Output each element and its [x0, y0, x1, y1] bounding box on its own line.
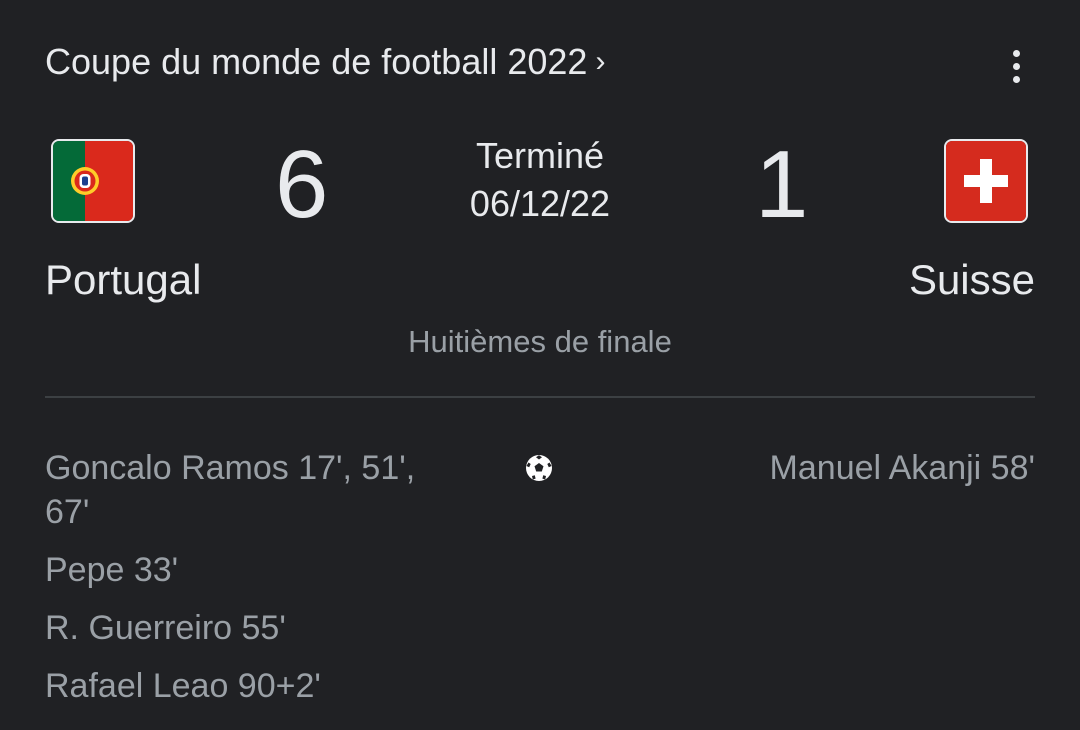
divider — [45, 396, 1035, 398]
scorer-item: Manuel Akanji 58' — [769, 449, 1035, 487]
competition-title-link[interactable]: Coupe du monde de football 2022 › — [45, 38, 605, 86]
match-status: Terminé — [475, 135, 605, 176]
away-scorers-list: Manuel Akanji 58' — [655, 446, 1035, 504]
scorer-item: Rafael Leao 90+2' — [45, 667, 321, 705]
more-vert-icon — [1012, 49, 1020, 57]
switzerland-flag-icon[interactable] — [944, 139, 1028, 223]
scorer-item: R. Guerreiro 55' — [45, 609, 286, 647]
home-scorers-list: Goncalo Ramos 17', 51', 67' Pepe 33' R. … — [45, 446, 425, 722]
match-date: 06/12/22 — [469, 183, 611, 224]
more-vert-icon-dot — [1012, 62, 1020, 70]
match-stage: Huitièmes de finale — [408, 324, 672, 359]
home-team-name[interactable]: Portugal — [45, 254, 201, 306]
away-score: 1 — [755, 131, 809, 238]
scorer-item: Goncalo Ramos 17', 51', 67' — [45, 449, 416, 531]
portugal-flag-icon[interactable] — [51, 139, 135, 223]
soccer-ball-icon — [526, 455, 552, 481]
competition-title: Coupe du monde de football 2022 — [45, 41, 588, 82]
more-options-button[interactable] — [1000, 44, 1032, 88]
scorer-item: Pepe 33' — [45, 551, 179, 589]
away-team-name[interactable]: Suisse — [909, 254, 1035, 306]
chevron-right-icon: › — [595, 45, 606, 78]
more-vert-icon-dot — [1012, 75, 1020, 83]
home-score: 6 — [275, 131, 329, 238]
